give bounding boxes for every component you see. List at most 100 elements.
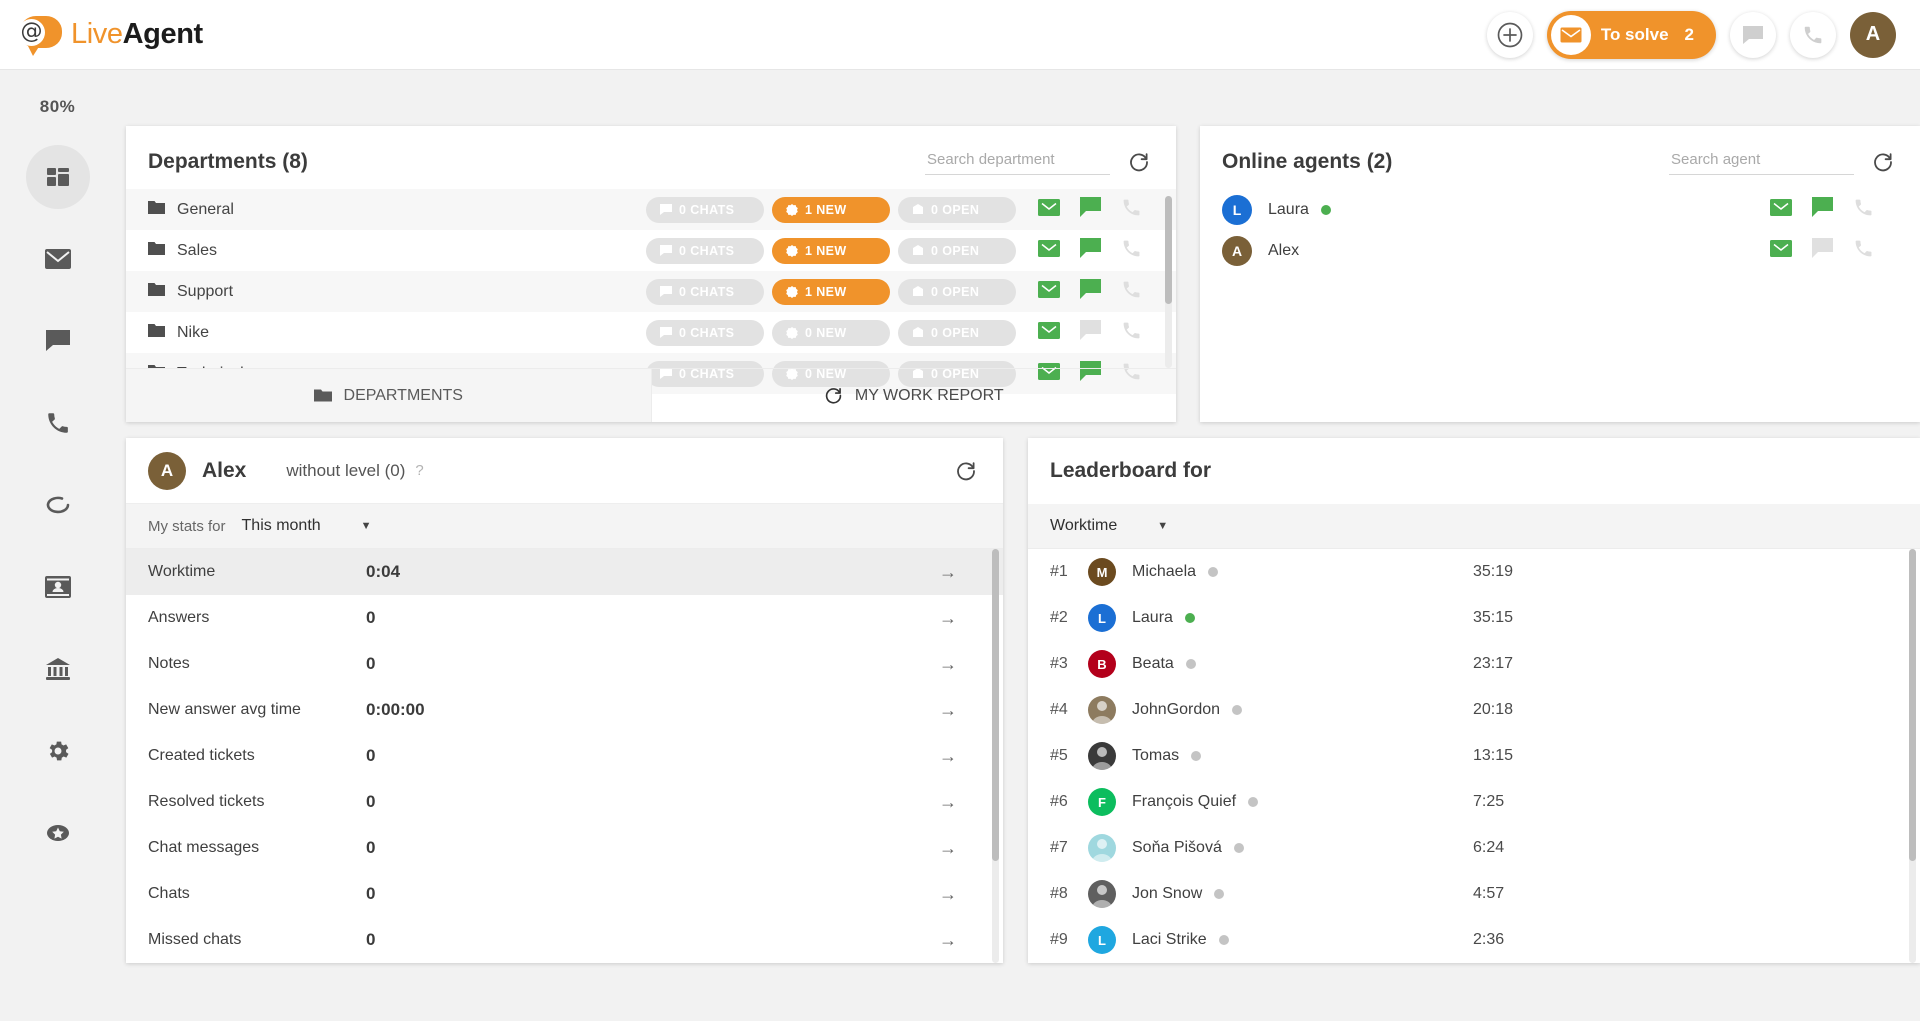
arrow-right-icon[interactable]: →: [939, 562, 957, 583]
stats-refresh-button[interactable]: [955, 460, 977, 482]
call-action[interactable]: [1121, 197, 1142, 223]
search-agent-input[interactable]: [1669, 148, 1854, 175]
start-chat-action[interactable]: [1080, 237, 1101, 264]
sidebar-item-settings[interactable]: [26, 719, 90, 783]
sidebar-item-calls[interactable]: [26, 391, 90, 455]
stat-row[interactable]: Notes 0 →: [126, 641, 1003, 687]
arrow-right-icon[interactable]: →: [939, 838, 957, 859]
leaderboard-scrollbar[interactable]: [1909, 549, 1916, 861]
start-chat-action[interactable]: [1080, 196, 1101, 223]
open-badge[interactable]: 0 OPEN: [898, 319, 1016, 346]
leaderboard-row[interactable]: #1 M Michaela 35:19: [1028, 549, 1920, 595]
new-badge[interactable]: 1 NEW: [772, 237, 890, 264]
send-email-action[interactable]: [1770, 198, 1792, 221]
user-avatar[interactable]: A: [1850, 11, 1896, 58]
send-email-action[interactable]: [1770, 239, 1792, 262]
open-badge[interactable]: 0 OPEN: [898, 196, 1016, 223]
stat-row[interactable]: Answers 0 →: [126, 595, 1003, 641]
chats-badge[interactable]: 0 CHATS: [646, 319, 764, 346]
stat-row[interactable]: Resolved tickets 0 →: [126, 779, 1003, 825]
stats-help-icon[interactable]: ?: [415, 462, 423, 479]
chats-badge[interactable]: 0 CHATS: [646, 237, 764, 264]
chevron-down-icon[interactable]: ▼: [1157, 520, 1168, 532]
arrow-right-icon[interactable]: →: [939, 608, 957, 629]
arrow-right-icon[interactable]: →: [939, 792, 957, 813]
open-badge[interactable]: 0 OPEN: [898, 278, 1016, 305]
calls-button[interactable]: [1790, 11, 1836, 58]
start-chat-action[interactable]: [1080, 278, 1101, 305]
departments-refresh-button[interactable]: [1128, 151, 1150, 173]
start-chat-action[interactable]: [1812, 237, 1833, 264]
new-badge[interactable]: 0 NEW: [772, 319, 890, 346]
app-logo[interactable]: @ LiveAgent: [14, 14, 203, 56]
new-badge[interactable]: 1 NEW: [772, 196, 890, 223]
leaderboard-row[interactable]: #9 L Laci Strike 2:36: [1028, 917, 1920, 963]
departments-scrollbar[interactable]: [1165, 196, 1172, 304]
send-email-action[interactable]: [1038, 321, 1060, 344]
stat-label: Chats: [148, 885, 190, 902]
department-row[interactable]: General 0 CHATS 1 NEW 0 OPEN: [126, 189, 1176, 230]
leaderboard-row[interactable]: #8 Jon Snow 4:57: [1028, 871, 1920, 917]
new-badge[interactable]: 1 NEW: [772, 278, 890, 305]
open-badge[interactable]: 0 OPEN: [898, 237, 1016, 264]
call-action[interactable]: [1121, 279, 1142, 305]
to-solve-button[interactable]: To solve 2: [1546, 10, 1716, 59]
agent-actions: [1770, 237, 1874, 264]
sidebar-item-customers[interactable]: [26, 555, 90, 619]
stat-row[interactable]: Created tickets 0 →: [126, 733, 1003, 779]
arrow-right-icon[interactable]: →: [939, 746, 957, 767]
chats-badge[interactable]: 0 CHATS: [646, 278, 764, 305]
stats-filter-value[interactable]: This month: [242, 517, 321, 535]
leaderboard-row[interactable]: #2 L Laura 35:15: [1028, 595, 1920, 641]
department-row[interactable]: Nike 0 CHATS 0 NEW 0 OPEN: [126, 312, 1176, 353]
leaderboard-row[interactable]: #3 B Beata 23:17: [1028, 641, 1920, 687]
chats-badge[interactable]: 0 CHATS: [646, 196, 764, 223]
chevron-down-icon[interactable]: ▼: [361, 520, 372, 532]
leaderboard-row[interactable]: #5 Tomas 13:15: [1028, 733, 1920, 779]
arrow-right-icon[interactable]: →: [939, 930, 957, 951]
stat-row[interactable]: Worktime 0:04 →: [126, 549, 1003, 595]
stat-label: New answer avg time: [148, 701, 301, 718]
chats-button[interactable]: [1730, 11, 1776, 58]
start-chat-action[interactable]: [1812, 196, 1833, 223]
call-action[interactable]: [1121, 238, 1142, 264]
arrow-right-icon[interactable]: →: [939, 654, 957, 675]
leaderboard-rank: #7: [1050, 839, 1068, 856]
tab-my-work-report[interactable]: MY WORK REPORT: [652, 369, 1177, 422]
contact-card-icon: [44, 576, 71, 598]
leaderboard-row[interactable]: #6 F François Quief 7:25: [1028, 779, 1920, 825]
agent-row[interactable]: A Alex: [1200, 230, 1920, 271]
stat-row[interactable]: Missed chats 0 →: [126, 917, 1003, 963]
sidebar-item-chats[interactable]: [26, 309, 90, 373]
stat-row[interactable]: Chats 0 →: [126, 871, 1003, 917]
search-department-input[interactable]: [925, 148, 1110, 175]
agents-refresh-button[interactable]: [1872, 151, 1894, 173]
leaderboard-filter-value[interactable]: Worktime: [1050, 517, 1117, 535]
call-action[interactable]: [1853, 238, 1874, 264]
avatar: [1088, 696, 1116, 724]
arrow-right-icon[interactable]: →: [939, 700, 957, 721]
sidebar-item-knowledge-base[interactable]: [26, 637, 90, 701]
stat-row[interactable]: Chat messages 0 →: [126, 825, 1003, 871]
send-email-action[interactable]: [1038, 198, 1060, 221]
call-action[interactable]: [1121, 320, 1142, 346]
stat-row[interactable]: New answer avg time 0:00:00 →: [126, 687, 1003, 733]
sidebar-item-activity[interactable]: [26, 473, 90, 537]
start-chat-action[interactable]: [1080, 319, 1101, 346]
sidebar-item-favourites[interactable]: [26, 801, 90, 865]
tab-departments[interactable]: DEPARTMENTS: [126, 369, 652, 422]
leaderboard-row[interactable]: #4 JohnGordon 20:18: [1028, 687, 1920, 733]
agent-name: Alex: [1268, 241, 1300, 259]
sidebar-item-tickets[interactable]: [26, 227, 90, 291]
leaderboard-row[interactable]: #7 Soňa Pišová 6:24: [1028, 825, 1920, 871]
call-action[interactable]: [1853, 197, 1874, 223]
department-row[interactable]: Sales 0 CHATS 1 NEW 0 OPEN: [126, 230, 1176, 271]
arrow-right-icon[interactable]: →: [939, 884, 957, 905]
stats-scrollbar[interactable]: [992, 549, 999, 861]
sidebar-item-dashboard[interactable]: [25, 145, 90, 209]
send-email-action[interactable]: [1038, 239, 1060, 262]
add-new-button[interactable]: [1486, 11, 1533, 58]
agent-row[interactable]: L Laura: [1200, 189, 1920, 230]
send-email-action[interactable]: [1038, 280, 1060, 303]
department-row[interactable]: Support 0 CHATS 1 NEW 0 OPEN: [126, 271, 1176, 312]
